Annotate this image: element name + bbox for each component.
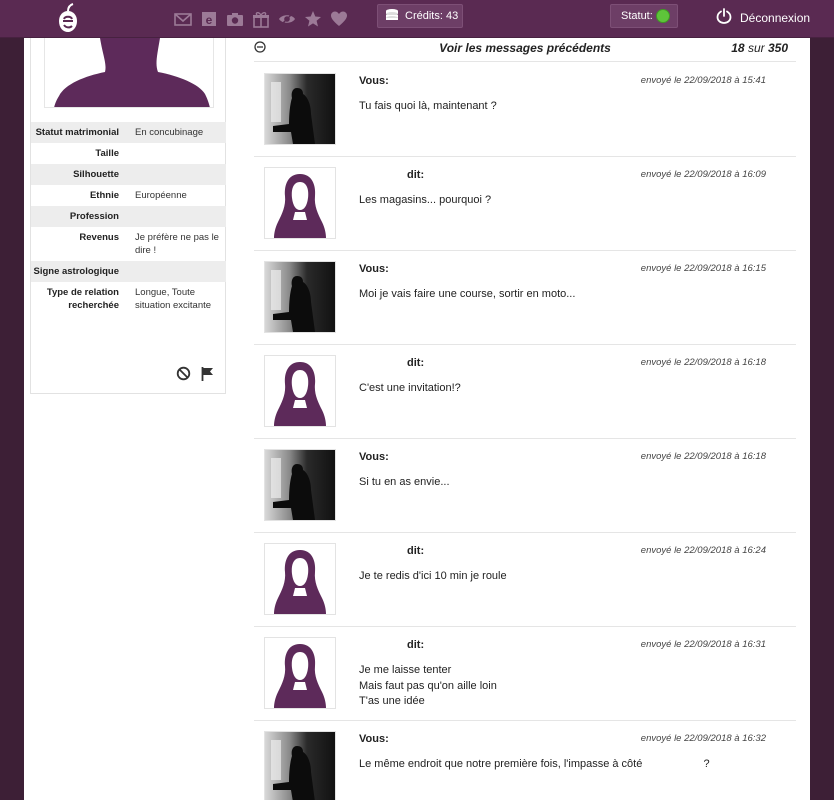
- attribute-label: Revenus: [79, 232, 119, 243]
- message-text: Je te redis d'ici 10 min je roule: [359, 570, 507, 582]
- attribute-value: Longue, Toute situation excitante: [135, 287, 212, 311]
- message-text: Les magasins... pourquoi ?: [359, 194, 492, 206]
- sender-photo-avatar[interactable]: [264, 261, 336, 333]
- message-author: Vous:: [359, 451, 389, 463]
- previous-messages-link[interactable]: Voir les messages précédents: [254, 41, 796, 55]
- online-status-indicator: [655, 9, 670, 23]
- message-item: Vous: envoyé le 22/09/2018 à 15:41 Tu fais…: [254, 63, 796, 157]
- message-item: dit: envoyé le 22/09/2018 à 16:18 C'est un…: [254, 345, 796, 439]
- profile-attribute-row: Ethnie Européenne: [31, 185, 226, 206]
- message-counter: 18 sur 350: [731, 41, 788, 55]
- star-icon[interactable]: [302, 8, 324, 30]
- top-navigation-bar: e Crédits: 43 Statut: Déconnexion: [0, 0, 834, 38]
- messages-header: Voir les messages précédents 18 sur 350: [254, 38, 796, 62]
- attribute-value: Européenne: [135, 190, 187, 201]
- profile-attributes-table: Statut matrimonial En concubinage Taille Si…: [31, 122, 226, 316]
- message-item: dit: envoyé le 22/09/2018 à 16:31 Je me la…: [254, 627, 796, 721]
- message-timestamp: envoyé le 22/09/2018 à 16:15: [640, 263, 766, 274]
- profile-attribute-row: Profession: [31, 206, 226, 227]
- message-timestamp: envoyé le 22/09/2018 à 16:18: [640, 451, 766, 462]
- coins-icon: [384, 8, 405, 25]
- message-text: Tu fais quoi là, maintenant ?: [359, 100, 497, 112]
- profile-card: Statut matrimonial En concubinage Taille Si…: [30, 38, 226, 394]
- message-text: Je me laisse tenter Mais faut pas qu'on …: [359, 664, 497, 707]
- status-label: Statut:: [621, 10, 653, 22]
- attribute-label: Taille: [95, 148, 119, 159]
- sender-photo-avatar[interactable]: [264, 449, 336, 521]
- message-author: Vous:: [359, 75, 389, 87]
- message-timestamp: envoyé le 22/09/2018 à 16:32: [640, 733, 766, 744]
- profile-avatar[interactable]: [44, 38, 214, 108]
- eye-icon[interactable]: [276, 8, 298, 30]
- message-timestamp: envoyé le 22/09/2018 à 15:41: [640, 75, 766, 86]
- attribute-label: Ethnie: [89, 190, 119, 201]
- attribute-value: Je préfère ne pas le dire !: [135, 232, 219, 256]
- message-author: Vous:: [359, 263, 389, 275]
- e-apple-logo-icon[interactable]: [56, 3, 80, 33]
- profile-attribute-row: Taille: [31, 143, 226, 164]
- e-badge-icon[interactable]: e: [198, 8, 220, 30]
- mail-icon[interactable]: [172, 8, 194, 30]
- message-author: Vous:: [359, 733, 389, 745]
- message-text: Moi je vais faire une course, sortir en …: [359, 288, 576, 300]
- message-author: dit:: [407, 545, 425, 557]
- attribute-label: Signe astrologique: [33, 266, 119, 277]
- camera-icon[interactable]: [224, 8, 246, 30]
- count-shown: 18: [731, 41, 745, 55]
- sender-photo-avatar[interactable]: [264, 73, 336, 145]
- gift-icon[interactable]: [250, 8, 272, 30]
- message-author: dit:: [407, 639, 425, 651]
- attribute-value: En concubinage: [135, 127, 204, 138]
- heart-icon[interactable]: [328, 8, 350, 30]
- profile-attribute-row: Statut matrimonial En concubinage: [31, 122, 226, 143]
- power-icon: [716, 8, 740, 27]
- message-timestamp: envoyé le 22/09/2018 à 16:18: [640, 357, 766, 368]
- logout-button[interactable]: Déconnexion: [716, 8, 810, 27]
- sender-silhouette-avatar[interactable]: [264, 543, 336, 615]
- message-text: C'est une invitation!?: [359, 382, 461, 394]
- message-author: dit:: [407, 357, 425, 369]
- profile-attribute-row: Type de relation recherchée Longue, Toute…: [31, 282, 226, 316]
- svg-text:e: e: [206, 13, 213, 27]
- attribute-value: [119, 147, 219, 160]
- credits-label: Crédits: 43: [405, 10, 459, 22]
- status-toggle[interactable]: Statut:: [610, 4, 678, 28]
- message-item: Vous: envoyé le 22/09/2018 à 16:18 Si tu e…: [254, 439, 796, 533]
- attribute-value: [119, 168, 219, 181]
- message-item: Vous: envoyé le 22/09/2018 à 16:15 Moi je …: [254, 251, 796, 345]
- attribute-label: Statut matrimonial: [35, 127, 119, 138]
- message-text: Si tu en as envie...: [359, 476, 450, 488]
- report-flag-icon[interactable]: [191, 366, 215, 384]
- message-timestamp: envoyé le 22/09/2018 à 16:31: [640, 639, 766, 650]
- count-total: 350: [767, 41, 788, 55]
- attribute-value: [119, 265, 219, 278]
- profile-attribute-row: Signe astrologique: [31, 261, 226, 282]
- logout-label: Déconnexion: [740, 10, 811, 25]
- sender-silhouette-avatar[interactable]: [264, 355, 336, 427]
- sender-silhouette-avatar[interactable]: [264, 167, 336, 239]
- message-item: dit: envoyé le 22/09/2018 à 16:09 Les maga…: [254, 157, 796, 251]
- count-separator: sur: [747, 41, 765, 55]
- message-timestamp: envoyé le 22/09/2018 à 16:09: [640, 169, 766, 180]
- attribute-label: Silhouette: [73, 169, 119, 180]
- message-item: dit: envoyé le 22/09/2018 à 16:24 Je te re…: [254, 533, 796, 627]
- sender-silhouette-avatar[interactable]: [264, 637, 336, 709]
- attribute-value: [119, 210, 219, 223]
- message-item: Vous: envoyé le 22/09/2018 à 16:32 Le même…: [254, 721, 796, 800]
- block-icon[interactable]: [167, 366, 191, 384]
- profile-actions: [167, 366, 215, 384]
- profile-attribute-row: Silhouette: [31, 164, 226, 185]
- attribute-label: Type de relation recherchée: [46, 287, 119, 311]
- attribute-label: Profession: [69, 211, 119, 222]
- profile-attribute-row: Revenus Je préfère ne pas le dire !: [31, 227, 226, 261]
- credits-button[interactable]: Crédits: 43: [377, 4, 463, 28]
- main-content: Statut matrimonial En concubinage Taille Si…: [24, 38, 810, 800]
- message-author: dit:: [407, 169, 425, 181]
- message-timestamp: envoyé le 22/09/2018 à 16:24: [640, 545, 766, 556]
- message-text: Le même endroit que notre première fois,…: [359, 758, 710, 770]
- sender-photo-avatar[interactable]: [264, 731, 336, 800]
